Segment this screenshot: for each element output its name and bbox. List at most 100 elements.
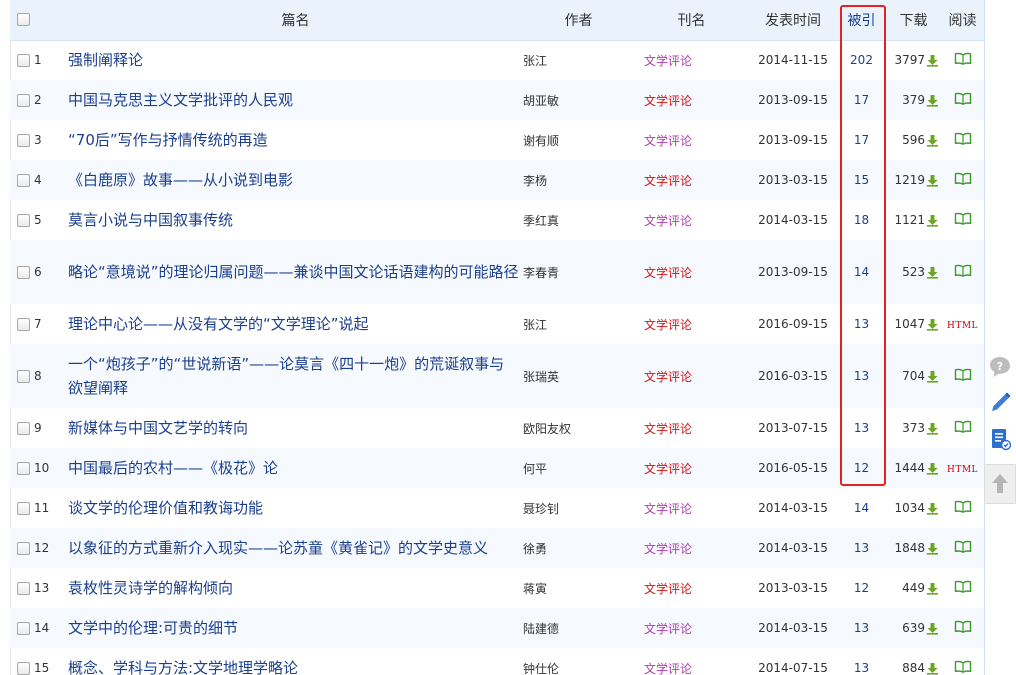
row-checkbox[interactable]: [17, 94, 30, 107]
article-title-link[interactable]: 强制阐释论: [68, 51, 143, 69]
article-title-link[interactable]: 莫言小说与中国叙事传统: [68, 211, 233, 229]
cited-count-link[interactable]: 18: [837, 200, 886, 240]
download-icon[interactable]: [926, 462, 939, 475]
header-author[interactable]: 作者: [523, 0, 634, 41]
row-checkbox[interactable]: [17, 582, 30, 595]
journal-link[interactable]: 文学评论: [634, 448, 749, 488]
cited-count-link[interactable]: 13: [837, 304, 886, 344]
download-icon[interactable]: [926, 134, 939, 147]
journal-link[interactable]: 文学评论: [634, 40, 749, 80]
download-icon[interactable]: [926, 266, 939, 279]
download-icon[interactable]: [926, 502, 939, 515]
row-checkbox[interactable]: [17, 174, 30, 187]
cited-count-link[interactable]: 14: [837, 240, 886, 304]
article-title-link[interactable]: 中国马克思主义文学批评的人民观: [68, 91, 293, 109]
article-title-link[interactable]: 新媒体与中国文艺学的转向: [68, 419, 248, 437]
read-online-icon[interactable]: [954, 660, 972, 674]
journal-link[interactable]: 文学评论: [634, 648, 749, 675]
download-icon[interactable]: [926, 94, 939, 107]
header-date[interactable]: 发表时间: [749, 0, 837, 41]
cited-count-link[interactable]: 17: [837, 120, 886, 160]
cited-count-link[interactable]: 13: [837, 408, 886, 448]
author-link[interactable]: 徐勇: [523, 528, 634, 568]
read-online-icon[interactable]: [954, 620, 972, 634]
author-link[interactable]: 欧阳友权: [523, 408, 634, 448]
read-online-icon[interactable]: [954, 52, 972, 66]
download-icon[interactable]: [926, 54, 939, 67]
read-online-icon[interactable]: [954, 540, 972, 554]
download-icon[interactable]: [926, 422, 939, 435]
row-checkbox[interactable]: [17, 318, 30, 331]
download-icon[interactable]: [926, 662, 939, 675]
article-title-link[interactable]: 文学中的伦理:可贵的细节: [68, 619, 238, 637]
read-online-icon[interactable]: [954, 500, 972, 514]
article-title-link[interactable]: 以象征的方式重新介入现实——论苏童《黄雀记》的文学史意义: [68, 539, 488, 557]
journal-link[interactable]: 文学评论: [634, 80, 749, 120]
author-link[interactable]: 何平: [523, 448, 634, 488]
cited-count-link[interactable]: 15: [837, 160, 886, 200]
author-link[interactable]: 李杨: [523, 160, 634, 200]
row-checkbox[interactable]: [17, 134, 30, 147]
cited-count-link[interactable]: 202: [837, 40, 886, 80]
header-cited[interactable]: 被引: [837, 0, 886, 41]
article-title-link[interactable]: 一个“炮孩子”的“世说新语”——论莫言《四十一炮》的荒诞叙事与欲望阐释: [68, 355, 504, 397]
journal-link[interactable]: 文学评论: [634, 120, 749, 160]
author-link[interactable]: 钟仕伦: [523, 648, 634, 675]
author-link[interactable]: 张江: [523, 40, 634, 80]
header-journal[interactable]: 刊名: [634, 0, 749, 41]
article-title-link[interactable]: “70后”写作与抒情传统的再造: [68, 131, 268, 149]
author-link[interactable]: 李春青: [523, 240, 634, 304]
row-checkbox[interactable]: [17, 542, 30, 555]
article-title-link[interactable]: 理论中心论——从没有文学的“文学理论”说起: [68, 315, 369, 333]
row-checkbox[interactable]: [17, 54, 30, 68]
author-link[interactable]: 胡亚敏: [523, 80, 634, 120]
row-checkbox[interactable]: [17, 214, 30, 227]
read-online-icon[interactable]: [954, 212, 972, 226]
read-online-icon[interactable]: [954, 420, 972, 434]
cited-count-link[interactable]: 17: [837, 80, 886, 120]
journal-link[interactable]: 文学评论: [634, 344, 749, 408]
journal-link[interactable]: 文学评论: [634, 200, 749, 240]
read-online-icon[interactable]: [954, 368, 972, 382]
help-icon[interactable]: ?: [984, 350, 1016, 384]
author-link[interactable]: 张瑞英: [523, 344, 634, 408]
cited-count-link[interactable]: 13: [837, 648, 886, 675]
article-title-link[interactable]: 袁枚性灵诗学的解构倾向: [68, 579, 233, 597]
author-link[interactable]: 谢有顺: [523, 120, 634, 160]
edit-icon[interactable]: [984, 386, 1016, 420]
read-online-icon[interactable]: [954, 92, 972, 106]
notes-icon[interactable]: [984, 422, 1016, 456]
back-to-top-icon[interactable]: [984, 464, 1016, 504]
cited-count-link[interactable]: 14: [837, 488, 886, 528]
row-checkbox[interactable]: [17, 502, 30, 515]
journal-link[interactable]: 文学评论: [634, 408, 749, 448]
journal-link[interactable]: 文学评论: [634, 240, 749, 304]
row-checkbox[interactable]: [17, 622, 30, 635]
read-online-icon[interactable]: [954, 580, 972, 594]
journal-link[interactable]: 文学评论: [634, 304, 749, 344]
author-link[interactable]: 蒋寅: [523, 568, 634, 608]
download-icon[interactable]: [926, 214, 939, 227]
article-title-link[interactable]: 谈文学的伦理价值和教诲功能: [68, 499, 263, 517]
journal-link[interactable]: 文学评论: [634, 160, 749, 200]
journal-link[interactable]: 文学评论: [634, 488, 749, 528]
cited-count-link[interactable]: 13: [837, 528, 886, 568]
download-icon[interactable]: [926, 622, 939, 635]
row-checkbox[interactable]: [17, 266, 30, 279]
author-link[interactable]: 季红真: [523, 200, 634, 240]
read-online-icon[interactable]: [954, 264, 972, 278]
article-title-link[interactable]: 概念、学科与方法:文学地理学略论: [68, 659, 298, 675]
row-checkbox[interactable]: [17, 422, 30, 435]
cited-count-link[interactable]: 13: [837, 344, 886, 408]
read-online-icon[interactable]: [954, 172, 972, 186]
header-downloads[interactable]: 下载: [886, 0, 941, 41]
author-link[interactable]: 陆建德: [523, 608, 634, 648]
read-html-link[interactable]: HTML: [947, 321, 978, 331]
author-link[interactable]: 张江: [523, 304, 634, 344]
journal-link[interactable]: 文学评论: [634, 568, 749, 608]
cited-count-link[interactable]: 13: [837, 608, 886, 648]
article-title-link[interactable]: 略论“意境说”的理论归属问题——兼谈中国文论话语建构的可能路径: [68, 263, 519, 281]
download-icon[interactable]: [926, 542, 939, 555]
journal-link[interactable]: 文学评论: [634, 608, 749, 648]
author-link[interactable]: 聂珍钊: [523, 488, 634, 528]
